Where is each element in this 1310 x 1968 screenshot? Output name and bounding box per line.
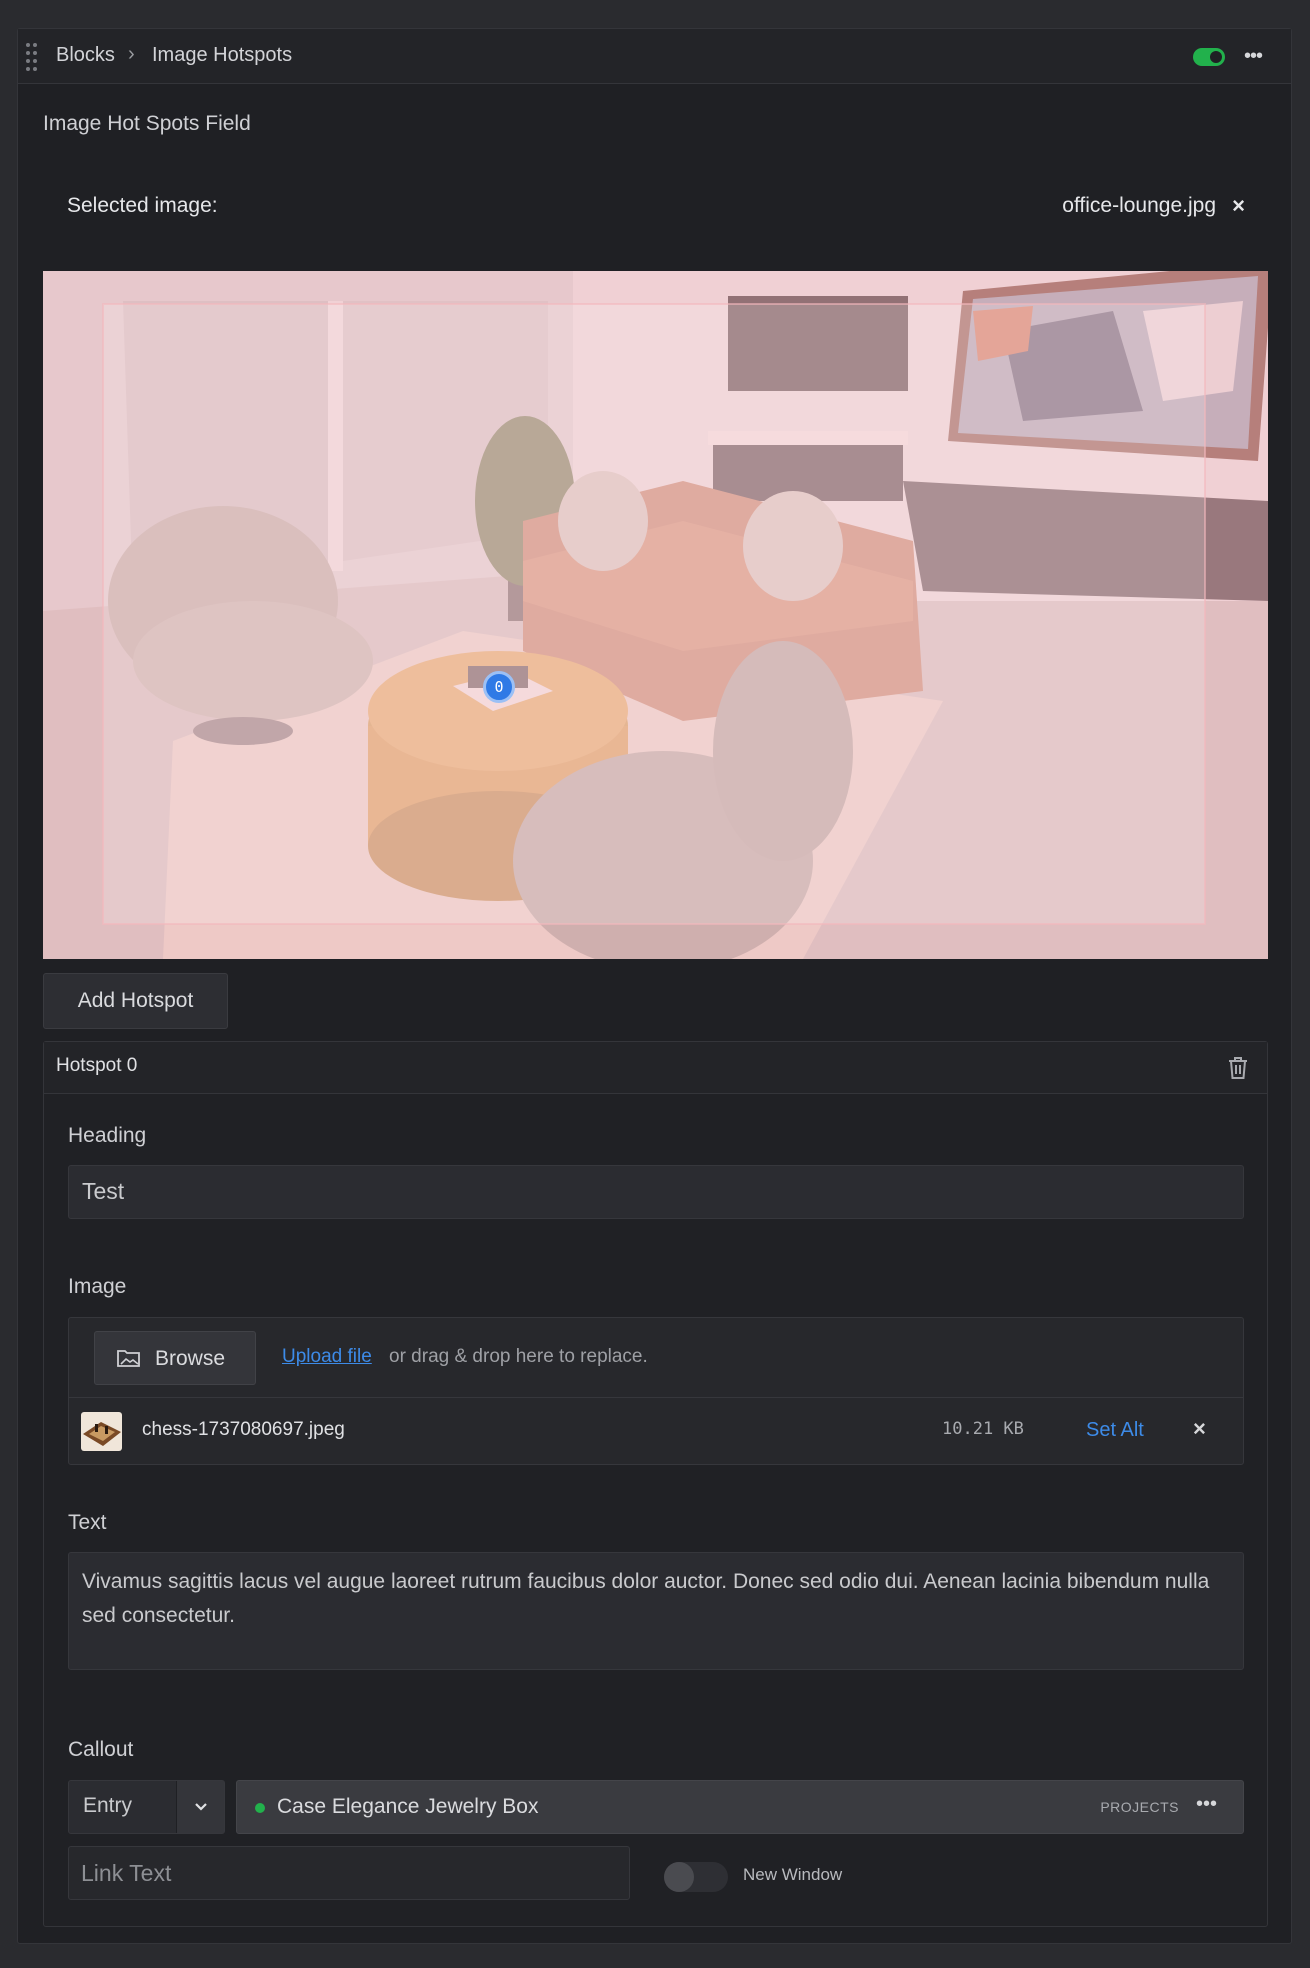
uploaded-file-row: chess-1737080697.jpeg 10.21 KB Set Alt × [69, 1398, 1243, 1464]
hotspot-title: Hotspot 0 [56, 1055, 138, 1076]
new-window-toggle[interactable] [664, 1862, 728, 1892]
hotspot-item: Hotspot 0 Heading Test Image Browse Uplo… [43, 1041, 1268, 1927]
block-enabled-toggle[interactable] [1193, 48, 1225, 66]
browse-button[interactable]: Browse [94, 1331, 256, 1385]
status-dot-icon [255, 1803, 265, 1813]
callout-label: Callout [68, 1738, 134, 1761]
block-panel: Blocks › Image Hotspots ••• Image Hot Sp… [17, 28, 1292, 1944]
hotspot-marker[interactable]: 0 [483, 671, 515, 703]
upload-file-link[interactable]: Upload file [282, 1346, 372, 1368]
link-text-input[interactable]: Link Text [68, 1846, 630, 1900]
remove-file-icon[interactable]: × [1193, 1416, 1206, 1442]
chess-thumbnail [81, 1412, 122, 1451]
callout-entry-title: Case Elegance Jewelry Box [277, 1795, 539, 1818]
breadcrumb-separator: › [128, 43, 135, 65]
new-window-label: New Window [743, 1865, 843, 1884]
heading-input[interactable]: Test [68, 1165, 1244, 1219]
entry-more-icon[interactable]: ••• [1196, 1793, 1217, 1816]
callout-entry-section: PROJECTS [1100, 1799, 1179, 1815]
set-alt-button[interactable]: Set Alt [1086, 1419, 1144, 1442]
breadcrumb-blocks[interactable]: Blocks [56, 44, 115, 67]
callout-entry-chip[interactable]: Case Elegance Jewelry Box PROJECTS ••• [236, 1780, 1244, 1834]
upload-hint: or drag & drop here to replace. [389, 1346, 648, 1367]
chevron-down-icon[interactable] [176, 1781, 224, 1833]
file-name: chess-1737080697.jpeg [142, 1419, 345, 1440]
clear-image-icon[interactable]: × [1232, 193, 1245, 219]
trash-icon[interactable] [1227, 1056, 1249, 1080]
file-size: 10.21 KB [942, 1419, 1024, 1439]
callout-type-select[interactable]: Entry [68, 1780, 225, 1834]
image-label: Image [68, 1275, 127, 1298]
selected-image-row: Selected image: office-lounge.jpg × [43, 193, 1268, 234]
hotspot-image-canvas[interactable]: 0 [43, 271, 1268, 959]
callout-type-value: Entry [83, 1794, 133, 1817]
office-lounge-image [43, 271, 1268, 959]
block-header: Blocks › Image Hotspots ••• [18, 29, 1291, 84]
more-horizontal-icon[interactable]: ••• [1244, 46, 1268, 66]
upload-dropzone[interactable]: Browse Upload file or drag & drop here t… [69, 1318, 1243, 1398]
drag-handle-icon[interactable] [26, 43, 40, 71]
browse-label: Browse [155, 1347, 226, 1370]
selected-image-filename: office-lounge.jpg [1062, 194, 1216, 217]
text-label: Text [68, 1511, 107, 1534]
breadcrumb-current: Image Hotspots [152, 44, 293, 66]
image-upload-field: Browse Upload file or drag & drop here t… [68, 1317, 1244, 1465]
add-hotspot-button[interactable]: Add Hotspot [43, 973, 228, 1029]
text-textarea[interactable]: Vivamus sagittis lacus vel augue laoreet… [68, 1552, 1244, 1670]
selected-image-label: Selected image: [67, 194, 218, 217]
field-title: Image Hot Spots Field [43, 112, 251, 135]
hotspot-header: Hotspot 0 [44, 1042, 1267, 1094]
folder-image-icon [117, 1350, 140, 1367]
heading-label: Heading [68, 1124, 147, 1147]
